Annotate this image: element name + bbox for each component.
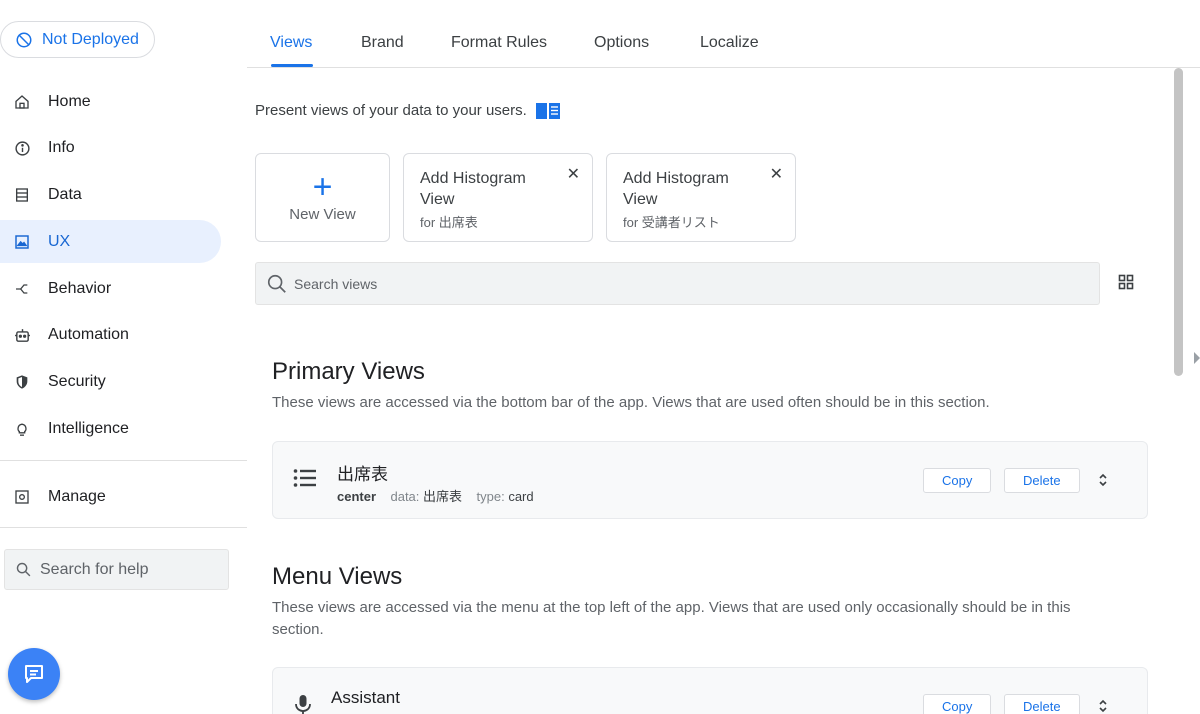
app-root: Not Deployed Home Info Data UX Behavior bbox=[0, 0, 1200, 714]
sidebar-item-label: Info bbox=[48, 139, 75, 157]
sidebar-item-security[interactable]: Security bbox=[0, 361, 221, 404]
view-data-value: 出席表 bbox=[423, 489, 463, 504]
sidebar-item-manage[interactable]: Manage bbox=[0, 475, 221, 518]
panel-expand-arrow-icon[interactable] bbox=[1194, 352, 1200, 364]
sidebar-item-label: Automation bbox=[48, 326, 129, 344]
sidebar-item-home[interactable]: Home bbox=[0, 80, 221, 123]
close-icon[interactable]: ✕ bbox=[770, 164, 783, 184]
sidebar-nav: Home Info Data UX Behavior Automation Se… bbox=[0, 80, 247, 454]
suggestion-subtitle: for 受講者リスト bbox=[623, 215, 720, 230]
main-scrollbar[interactable] bbox=[1172, 68, 1184, 714]
views-search-input[interactable]: Search views bbox=[255, 262, 1100, 305]
sidebar-item-data[interactable]: Data bbox=[0, 174, 221, 217]
active-tab-indicator bbox=[271, 64, 313, 67]
deploy-status-label: Not Deployed bbox=[42, 30, 139, 48]
list-icon bbox=[293, 469, 316, 487]
tab-bar: Views Brand Format Rules Options Localiz… bbox=[247, 0, 1200, 68]
expand-toggle-icon[interactable] bbox=[1097, 698, 1109, 714]
view-row[interactable]: 出席表 center data: 出席表 type: card Copy Del… bbox=[272, 441, 1148, 519]
view-name: 出席表 bbox=[337, 465, 388, 484]
lightbulb-icon bbox=[13, 420, 31, 438]
book-icon[interactable] bbox=[535, 100, 561, 120]
data-icon bbox=[13, 186, 31, 204]
tab-options[interactable]: Options bbox=[594, 34, 649, 52]
view-type-value: card bbox=[508, 489, 534, 504]
delete-button[interactable]: Delete bbox=[1004, 694, 1080, 714]
grid-view-icon[interactable] bbox=[1118, 274, 1134, 290]
scrollbar-thumb[interactable] bbox=[1174, 68, 1183, 376]
sidebar-item-label: Manage bbox=[48, 487, 106, 505]
search-icon bbox=[267, 274, 286, 293]
view-position: center bbox=[337, 489, 377, 504]
close-icon[interactable]: ✕ bbox=[567, 164, 580, 184]
tab-views[interactable]: Views bbox=[270, 34, 312, 52]
plus-icon: + bbox=[312, 168, 333, 206]
sidebar-divider bbox=[0, 527, 247, 528]
sidebar-item-info[interactable]: Info bbox=[0, 127, 221, 170]
chat-icon bbox=[25, 665, 43, 683]
views-search-placeholder: Search views bbox=[294, 275, 378, 292]
section-description: These views are accessed via the bottom … bbox=[272, 394, 990, 411]
behavior-icon bbox=[13, 280, 31, 298]
microphone-icon bbox=[295, 695, 311, 714]
view-name: Assistant bbox=[331, 688, 400, 707]
automation-icon bbox=[13, 326, 31, 344]
sidebar-item-behavior[interactable]: Behavior bbox=[0, 267, 221, 310]
suggestion-title: Add Histogram View bbox=[420, 170, 526, 208]
new-view-label: New View bbox=[289, 206, 356, 223]
view-row[interactable]: Assistant Copy Delete bbox=[272, 667, 1148, 714]
sidebar-item-label: Home bbox=[48, 92, 91, 110]
sidebar-item-label: Behavior bbox=[48, 279, 112, 297]
suggestion-title: Add Histogram View bbox=[623, 170, 729, 208]
intro-text: Present views of your data to your users… bbox=[255, 100, 561, 120]
views-panel: Present views of your data to your users… bbox=[247, 68, 1172, 714]
sidebar-item-label: Data bbox=[48, 186, 82, 204]
sidebar-item-label: Intelligence bbox=[48, 420, 129, 438]
sidebar-item-label: Security bbox=[48, 373, 106, 391]
intro-label: Present views of your data to your users… bbox=[255, 101, 527, 119]
search-icon bbox=[16, 562, 31, 577]
section-title: Primary Views bbox=[272, 358, 425, 385]
copy-button[interactable]: Copy bbox=[923, 468, 992, 493]
view-meta: center data: 出席表 type: card bbox=[337, 486, 534, 505]
delete-button[interactable]: Delete bbox=[1004, 468, 1080, 493]
tab-localize[interactable]: Localize bbox=[700, 34, 759, 52]
view-type-label: type: bbox=[476, 489, 505, 504]
sidebar-divider bbox=[0, 460, 247, 461]
ux-icon bbox=[13, 233, 31, 251]
info-icon bbox=[13, 139, 31, 157]
manage-icon bbox=[13, 488, 31, 506]
section-description: These views are accessed via the menu at… bbox=[272, 599, 1071, 638]
new-view-card[interactable]: + New View bbox=[255, 153, 390, 242]
deploy-status-chip[interactable]: Not Deployed bbox=[0, 21, 155, 58]
shield-icon bbox=[13, 373, 31, 391]
tab-format-rules[interactable]: Format Rules bbox=[451, 34, 547, 52]
help-search-input[interactable]: Search for help bbox=[4, 549, 229, 590]
suggestion-subtitle: for 出席表 bbox=[420, 215, 478, 230]
copy-button[interactable]: Copy bbox=[923, 694, 992, 714]
suggestion-card[interactable]: Add Histogram View for 受講者リスト ✕ bbox=[606, 153, 796, 242]
help-search-placeholder: Search for help bbox=[40, 560, 149, 578]
view-data-label: data: bbox=[390, 489, 420, 504]
expand-toggle-icon[interactable] bbox=[1097, 472, 1109, 488]
chat-button[interactable] bbox=[8, 648, 60, 700]
not-deployed-icon bbox=[16, 32, 32, 47]
sidebar-item-intelligence[interactable]: Intelligence bbox=[0, 408, 221, 451]
section-title: Menu Views bbox=[272, 563, 403, 590]
sidebar-item-automation[interactable]: Automation bbox=[0, 314, 221, 357]
sidebar-item-ux[interactable]: UX bbox=[0, 220, 221, 264]
home-icon bbox=[13, 93, 31, 111]
sidebar-item-label: UX bbox=[48, 232, 71, 250]
suggestion-card[interactable]: Add Histogram View for 出席表 ✕ bbox=[403, 153, 593, 242]
tab-brand[interactable]: Brand bbox=[361, 34, 404, 52]
sidebar: Not Deployed Home Info Data UX Behavior bbox=[0, 0, 247, 714]
